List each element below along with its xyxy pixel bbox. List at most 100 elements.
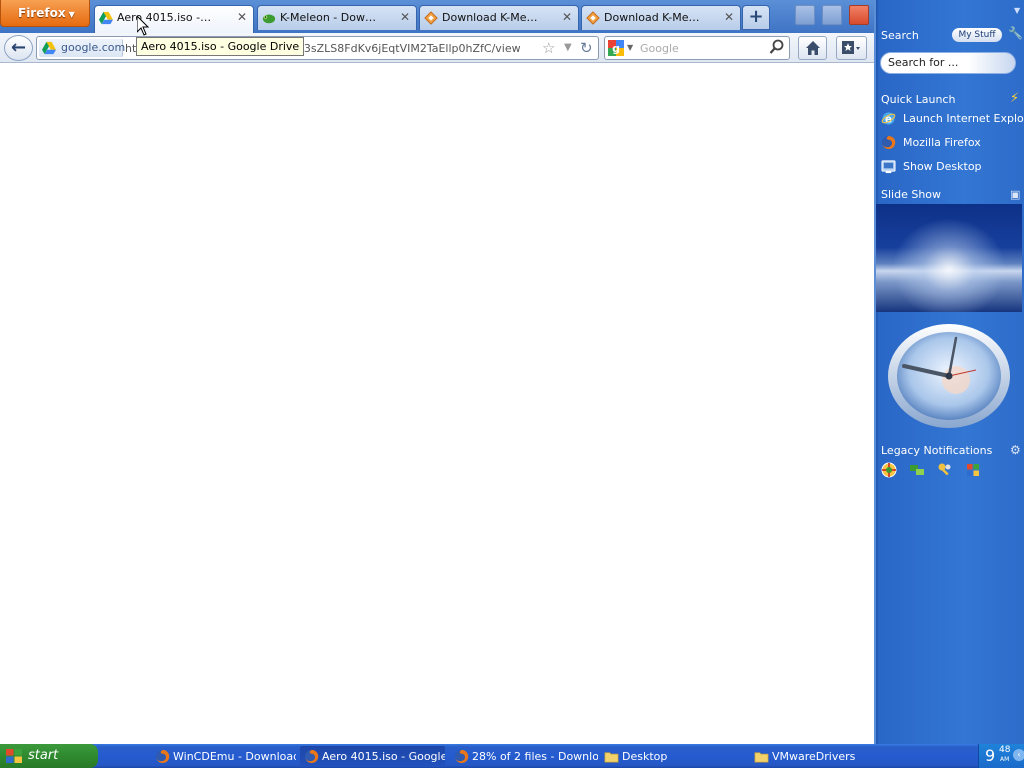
google-drive-icon bbox=[99, 11, 113, 25]
svg-text:g: g bbox=[612, 42, 620, 55]
home-icon bbox=[806, 41, 820, 55]
firefox-icon bbox=[155, 749, 170, 764]
search-bar[interactable]: g ▼ Google bbox=[604, 36, 790, 60]
taskbar-item-vmwaredrivers[interactable]: VMwareDrivers bbox=[750, 746, 898, 767]
site-identity-button[interactable]: google.com bbox=[39, 39, 126, 57]
security-center-icon[interactable] bbox=[881, 462, 897, 478]
download-site-icon bbox=[424, 11, 438, 25]
windows-logo-icon bbox=[6, 749, 22, 763]
taskbar-item-label: 28% of 2 files - Downloa bbox=[472, 750, 598, 763]
taskbar-item-aero-iso[interactable]: Aero 4015.iso - Google bbox=[300, 746, 445, 767]
taskbar-item-label: Desktop bbox=[622, 750, 668, 763]
folder-icon bbox=[754, 752, 769, 763]
arrow-left-icon: ← bbox=[10, 37, 27, 58]
bookmarks-menu-icon bbox=[842, 41, 860, 54]
tab-label: Download K-Meleon fr... bbox=[604, 11, 700, 24]
taskbar-item-label: VMwareDrivers bbox=[772, 750, 856, 763]
show-desktop-icon bbox=[881, 160, 896, 174]
internet-explorer-icon: e bbox=[881, 112, 896, 125]
bookmark-star-icon[interactable]: ☆ bbox=[542, 39, 555, 57]
chevron-down-icon[interactable]: ▼ bbox=[627, 43, 633, 52]
analog-clock bbox=[888, 324, 1010, 428]
clock-ampm: AM bbox=[1000, 756, 1010, 763]
new-tab-button[interactable]: + bbox=[742, 5, 770, 30]
firefox-icon bbox=[454, 749, 469, 764]
google-icon[interactable]: g bbox=[608, 40, 624, 56]
start-label: start bbox=[28, 748, 59, 763]
tab-k-meleon-downloads[interactable]: K-Meleon - Downloads... ✕ bbox=[257, 5, 417, 30]
system-tray: 9 48 AM ‹ bbox=[978, 744, 1024, 768]
google-drive-icon bbox=[42, 41, 56, 55]
bookmarks-button[interactable] bbox=[836, 36, 867, 60]
windows-update-icon[interactable] bbox=[965, 462, 981, 478]
quick-launch-item-show-desktop[interactable]: Show Desktop bbox=[881, 157, 1024, 177]
taskbar-item-downloads[interactable]: 28% of 2 files - Downloa bbox=[450, 746, 598, 767]
tab-tooltip: Aero 4015.iso - Google Drive bbox=[136, 37, 305, 56]
quick-launch-title: Quick Launch bbox=[881, 93, 956, 106]
maximize-button[interactable] bbox=[822, 5, 842, 25]
quick-launch-label: Mozilla Firefox bbox=[903, 136, 981, 149]
taskbar-item-label: Aero 4015.iso - Google bbox=[322, 750, 445, 763]
firefox-icon bbox=[881, 135, 896, 150]
back-button[interactable]: ← bbox=[4, 35, 33, 61]
close-icon[interactable]: ✕ bbox=[400, 6, 410, 29]
tab-download-k-meleon-2[interactable]: Download K-Meleon fr... ✕ bbox=[581, 5, 741, 30]
k-meleon-icon bbox=[262, 14, 276, 24]
start-button[interactable]: start bbox=[0, 744, 98, 768]
sidebar-search-input[interactable]: Search for ... bbox=[880, 52, 1016, 74]
taskbar-item-wincdemu[interactable]: WinCDEmu - Download bbox=[151, 746, 296, 767]
chevron-down-icon: ▼ bbox=[68, 10, 75, 19]
minimize-button[interactable] bbox=[795, 5, 815, 25]
quick-launch-item-firefox[interactable]: Mozilla Firefox bbox=[881, 133, 1024, 153]
firefox-menu-button[interactable]: Firefox ▼ bbox=[0, 0, 90, 27]
tab-aero-iso[interactable]: Aero 4015.iso - Google... ✕ bbox=[94, 5, 254, 33]
firefox-menu-label: Firefox bbox=[18, 6, 66, 20]
quick-launch-label: Launch Internet Explorer bbox=[903, 112, 1024, 125]
taskbar-item-desktop[interactable]: Desktop bbox=[600, 746, 748, 767]
identity-domain: google.com bbox=[61, 41, 126, 54]
legacy-notifications-title: Legacy Notifications bbox=[881, 444, 993, 457]
url-text-start: ht bbox=[125, 42, 137, 55]
tab-label: Aero 4015.iso - Google... bbox=[117, 11, 213, 24]
quick-launch-item-ie[interactable]: e Launch Internet Explorer bbox=[881, 109, 1024, 129]
wrench-icon[interactable]: 🔧 bbox=[1008, 26, 1023, 40]
folder-icon bbox=[604, 752, 619, 763]
download-site-icon bbox=[586, 11, 600, 25]
legacy-settings-icon[interactable]: ⚙ bbox=[1010, 443, 1021, 457]
tab-download-k-meleon-1[interactable]: Download K-Meleon fr... ✕ bbox=[419, 5, 579, 30]
close-icon[interactable]: ✕ bbox=[562, 6, 572, 29]
firefox-window: Firefox▼ Aero 4015.iso - Google... ✕ K-M… bbox=[0, 0, 874, 744]
reload-icon[interactable]: ↻ bbox=[580, 39, 593, 57]
close-icon[interactable]: ✕ bbox=[724, 6, 734, 29]
url-text-tail: kK3sZLS8FdKv6jEqtVIM2TaEllp0hZfC/view bbox=[290, 42, 521, 55]
slideshow-settings-icon[interactable]: ▣ bbox=[1010, 188, 1020, 201]
slideshow-image[interactable] bbox=[876, 204, 1022, 312]
chevron-left-icon[interactable]: ‹ bbox=[1013, 749, 1024, 761]
mouse-cursor-icon bbox=[137, 16, 149, 36]
title-bar: Firefox▼ Aero 4015.iso - Google... ✕ K-M… bbox=[0, 0, 874, 33]
url-bar[interactable]: google.com ht kK3sZLS8FdKv6jEqtVIM2TaEllp… bbox=[36, 36, 599, 60]
taskbar-item-label: WinCDEmu - Download bbox=[173, 750, 296, 763]
close-window-button[interactable] bbox=[849, 5, 869, 25]
close-icon[interactable]: ✕ bbox=[237, 6, 247, 29]
windows-sidebar: ▼ Search My Stuff 🔧 Search for ... Quick… bbox=[874, 0, 1024, 744]
search-icon[interactable] bbox=[769, 39, 785, 55]
slideshow-title: Slide Show bbox=[881, 188, 942, 201]
chevron-down-icon[interactable]: ▼ bbox=[1014, 6, 1020, 15]
lightning-icon[interactable]: ⚡ bbox=[1010, 91, 1019, 106]
taskbar: start WinCDEmu - Download Aero 4015.iso … bbox=[0, 744, 1024, 768]
home-button[interactable] bbox=[798, 36, 827, 60]
page-content[interactable] bbox=[0, 64, 874, 744]
search-gadget-title: Search bbox=[881, 29, 919, 42]
navigation-toolbar: ← google.com ht kK3sZLS8FdKv6jEqtVIM2TaEl… bbox=[0, 33, 874, 63]
quick-launch-label: Show Desktop bbox=[903, 160, 982, 173]
network-icon[interactable] bbox=[909, 462, 925, 478]
firefox-icon bbox=[304, 749, 319, 764]
search-placeholder: Google bbox=[640, 42, 679, 55]
keys-icon[interactable] bbox=[937, 462, 953, 478]
history-dropdown-icon[interactable]: ▼ bbox=[564, 42, 572, 53]
clock-hour[interactable]: 9 bbox=[985, 746, 995, 765]
clock-minute[interactable]: 48 bbox=[999, 745, 1010, 755]
tab-label: Download K-Meleon fr... bbox=[442, 11, 538, 24]
my-stuff-button[interactable]: My Stuff bbox=[952, 28, 1002, 42]
